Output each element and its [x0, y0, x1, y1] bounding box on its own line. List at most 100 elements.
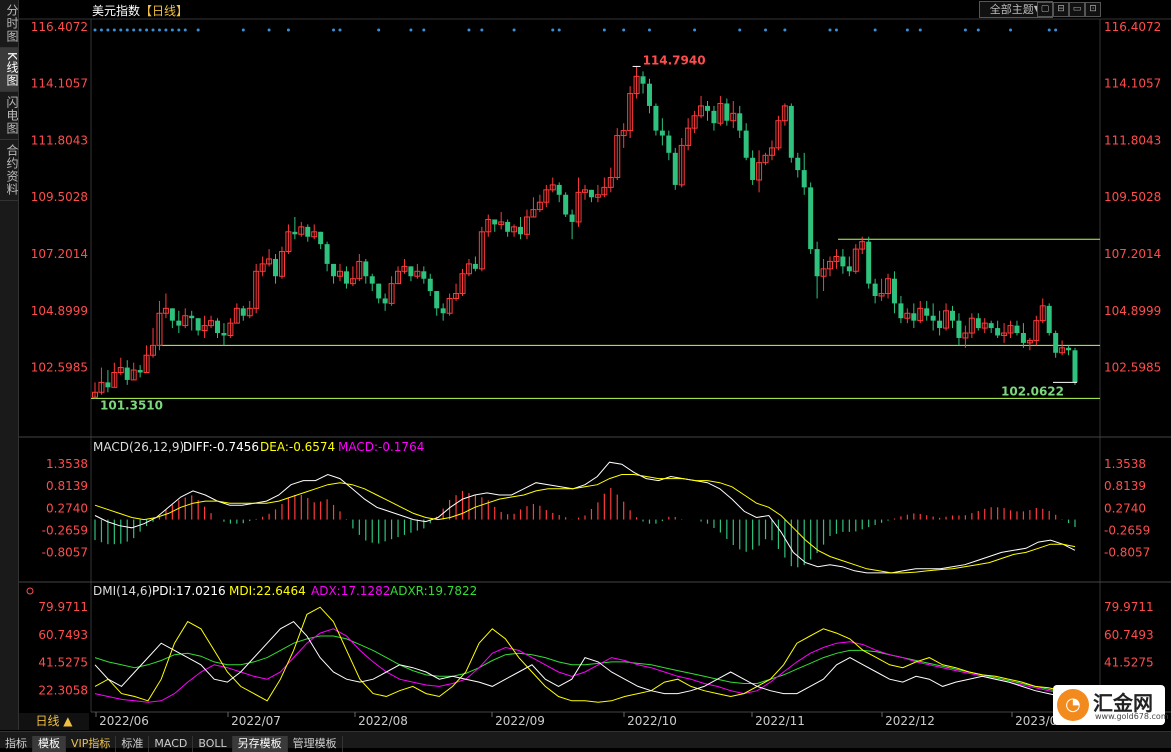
macd-readout-label: MACD(26,12,9): [93, 440, 184, 454]
price-tick-left: 114.1057: [31, 77, 88, 91]
candle-body: [737, 113, 743, 131]
candle-body: [240, 308, 246, 316]
candle-body: [666, 135, 672, 153]
signal-dot: [1054, 28, 1058, 32]
candle-body: [788, 105, 794, 158]
signal-dot: [622, 28, 626, 32]
candle-body: [801, 170, 807, 188]
candle-body: [924, 308, 930, 316]
signal-dot: [976, 28, 980, 32]
signal-dot: [106, 28, 110, 32]
price-tick-left: 109.5028: [31, 190, 88, 204]
dmi-settings-icon: [26, 587, 34, 595]
x-axis-label: 2022/11: [755, 714, 805, 728]
x-axis-label: 2022/06: [99, 714, 149, 728]
x-axis-label: 2022/08: [358, 714, 408, 728]
candle-body: [369, 276, 375, 284]
dea-line: [94, 474, 1076, 574]
tab-standard[interactable]: 标准: [116, 736, 150, 752]
dmi-tick-left: 60.7493: [38, 628, 88, 642]
signal-dot: [338, 28, 342, 32]
candle-body: [363, 261, 369, 277]
signal-dot: [138, 28, 142, 32]
signal-dot: [132, 28, 136, 32]
candle-body: [588, 189, 594, 198]
candle-body: [427, 278, 433, 292]
dmi-tick-right: 41.5275: [1104, 656, 1154, 670]
price-tick-right: 111.8043: [1104, 133, 1161, 147]
tab-boll[interactable]: BOLL: [193, 736, 233, 752]
candle-body: [672, 152, 678, 185]
candle-body: [273, 258, 279, 277]
candle-body: [331, 263, 337, 277]
macd-tick-left: 0.8139: [46, 479, 88, 493]
candle-body: [872, 283, 878, 296]
tab-indicator[interactable]: 指标: [0, 736, 33, 752]
candle-body: [105, 382, 111, 388]
period-selector[interactable]: 日线 ▲: [19, 713, 89, 730]
candle-body: [1066, 347, 1072, 351]
signal-dot: [551, 28, 555, 32]
candle-body: [950, 310, 955, 321]
signal-dot: [422, 28, 426, 32]
macd-readout-macd: MACD:-0.1764: [338, 440, 424, 454]
candle-body: [569, 214, 575, 222]
dmi-readout-label: DMI(14,6): [93, 584, 152, 598]
candle-body: [995, 328, 1001, 336]
candle-body: [743, 130, 749, 158]
tab-template[interactable]: 模板: [33, 736, 66, 752]
candle-body: [408, 266, 414, 277]
tab-vip-indicator[interactable]: VIP指标: [66, 736, 117, 752]
candle-body: [421, 271, 427, 279]
x-axis-label: 2022/07: [231, 714, 281, 728]
macd-tick-right: 1.3538: [1104, 457, 1146, 471]
dmi-tick-left: 22.3058: [38, 683, 88, 697]
macd-tick-right: 0.8139: [1104, 479, 1146, 493]
tab-save-template[interactable]: 另存模板: [232, 736, 288, 752]
dmi-tick-left: 41.5275: [38, 656, 88, 670]
signal-dot: [93, 28, 97, 32]
candle-body: [440, 308, 446, 314]
signal-dot: [918, 28, 922, 32]
candle-body: [898, 303, 904, 319]
signal-dot: [512, 28, 516, 32]
candle-body: [956, 320, 962, 338]
price-tick-right: 114.1057: [1104, 77, 1161, 91]
candle-body: [434, 291, 440, 309]
signal-dot: [602, 28, 606, 32]
price-tick-right: 104.8999: [1104, 304, 1161, 318]
signal-dot: [963, 28, 967, 32]
signal-dot: [125, 28, 129, 32]
signal-dot: [873, 28, 877, 32]
chart-canvas[interactable]: 116.4072 116.4072 114.1057 114.1057 111.8043…: [0, 0, 1171, 747]
signal-dot: [693, 28, 697, 32]
signal-dot: [409, 28, 413, 32]
price-tick-left: 116.4072: [31, 20, 88, 34]
candle-body: [169, 308, 175, 321]
macd-tick-left: -0.2659: [42, 523, 88, 537]
candle-body: [711, 110, 717, 124]
candle-body: [846, 266, 852, 272]
candle-body: [930, 315, 936, 321]
candle-body: [137, 370, 143, 373]
price-tick-right: 116.4072: [1104, 20, 1161, 34]
macd-readout-diff: DIFF:-0.7456: [183, 440, 259, 454]
price-tick-right: 107.2014: [1104, 247, 1161, 261]
signal-dot: [157, 28, 161, 32]
candle-body: [556, 184, 562, 195]
last-label: 102.0622: [1001, 384, 1064, 398]
macd-readout-dea: DEA:-0.6574: [260, 440, 335, 454]
tab-macd[interactable]: MACD: [149, 736, 194, 752]
candle-body: [1053, 333, 1059, 353]
candle-body: [215, 320, 220, 334]
price-tick-left: 104.8999: [31, 304, 88, 318]
candle-body: [975, 318, 981, 329]
signal-dot: [145, 28, 149, 32]
price-tick-left: 102.5985: [31, 361, 88, 375]
candle-body: [1072, 350, 1078, 383]
signal-dot: [905, 28, 909, 32]
tab-manage-template[interactable]: 管理模板: [288, 736, 343, 752]
dmi-tick-left: 79.9711: [38, 600, 88, 614]
macd-tick-left: 1.3538: [46, 457, 88, 471]
candle-body: [221, 333, 227, 336]
